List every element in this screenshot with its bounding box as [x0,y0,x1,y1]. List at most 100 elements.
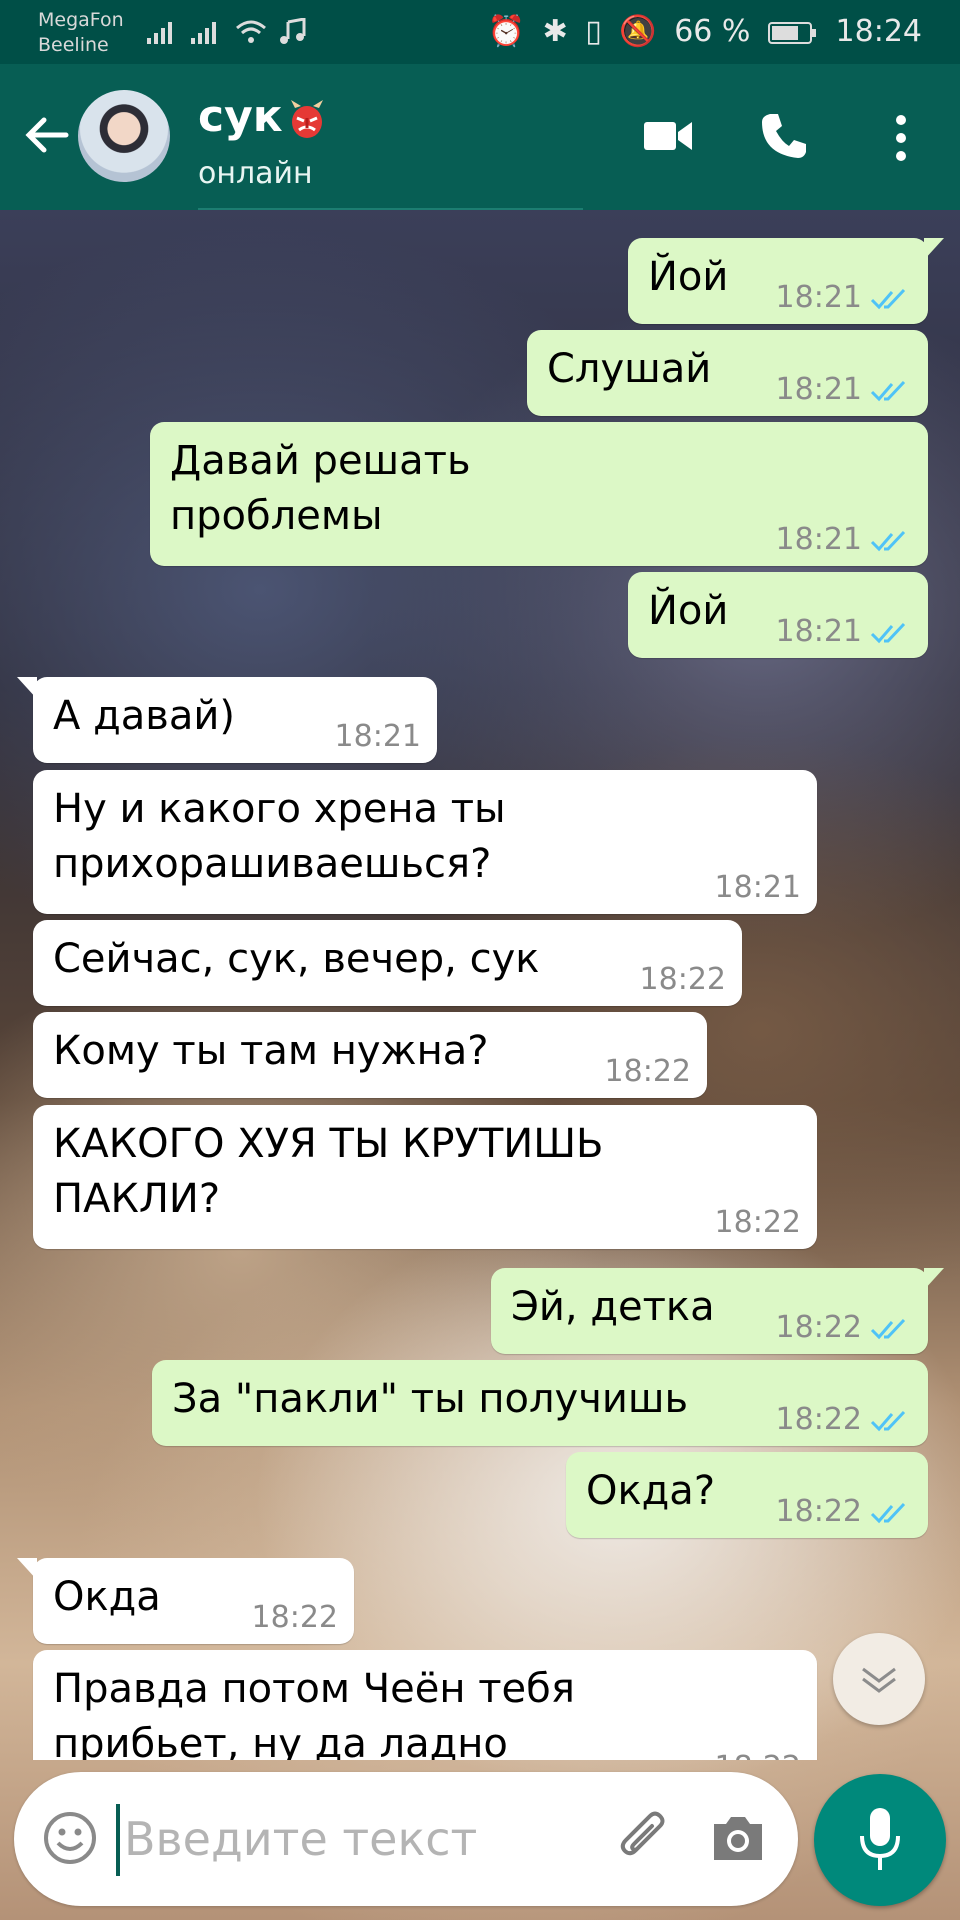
clock: 18:24 [835,14,922,49]
message-time: 18:22 [775,1402,862,1437]
message-time: 18:21 [775,614,862,649]
back-arrow-icon[interactable] [18,106,76,164]
music-note-icon [279,17,306,44]
message-time: 18:21 [714,870,801,905]
message-meta: 18:21 [776,372,912,408]
phone-icon[interactable] [758,110,810,162]
bluetooth-icon: ✱ [542,14,568,49]
message-meta: 18:22 [715,1205,801,1241]
double-check-icon [870,530,906,551]
message-meta: 18:22 [605,1054,691,1090]
message-text: Ну и какого хрена ты прихорашиваешься? [53,786,506,887]
message-outgoing[interactable]: За "пакли" ты получишь 18:22 [152,1360,928,1446]
message-time: 18:21 [775,280,862,315]
more-vert-icon[interactable] [886,112,916,164]
message-outgoing[interactable]: Йой 18:21 [628,572,928,658]
message-time: 18:21 [775,522,862,557]
message-incoming[interactable]: КАКОГО ХУЯ ТЫ КРУТИШЬ ПАКЛИ? 18:22 [33,1105,817,1249]
contact-status: онлайн [198,156,313,191]
message-text: Правда потом Чеён тебя прибьет, ну да ла… [53,1666,575,1760]
message-time: 18:21 [775,372,862,407]
message-meta: 18:21 [715,870,801,906]
mute-icon: 🔕 [619,14,657,49]
message-meta: 18:21 [776,522,912,558]
message-outgoing[interactable]: Эй, детка 18:22 [491,1268,944,1354]
carrier-2: Beeline [38,34,109,56]
message-outgoing[interactable]: Йой 18:21 [628,238,944,324]
carrier-labels: MegaFon Beeline [38,8,124,58]
double-check-icon [870,1318,906,1339]
message-time: 18:22 [775,1310,862,1345]
message-text: КАКОГО ХУЯ ТЫ КРУТИШЬ ПАКЛИ? [53,1121,604,1222]
battery-icon [767,14,828,49]
battery-percent: 66 % [674,14,751,49]
message-text: Окда? [586,1468,716,1514]
message-time: 18:22 [775,1494,862,1529]
status-bar: MegaFon Beeline ⏰ ✱ ▯ 🔕 66 % 18:24 [0,0,960,64]
message-time: 18:22 [604,1054,691,1089]
message-text: Йой [648,254,729,300]
message-meta: 18:22 [776,1494,912,1530]
devil-mask-icon [290,100,323,138]
video-call-icon[interactable] [642,116,694,156]
message-meta: 18:22 [252,1600,338,1636]
message-text: За "пакли" ты получишь [172,1376,689,1422]
message-time: 18:22 [715,1750,801,1760]
message-meta: 18:22 [776,1310,912,1346]
message-time: 18:22 [639,962,726,997]
message-meta: 18:21 [776,280,912,316]
message-text: Йой [648,588,729,634]
paperclip-icon[interactable] [614,1808,676,1870]
message-time: 18:22 [714,1205,801,1240]
message-meta: 18:22 [715,1750,801,1760]
double-check-icon [870,380,906,401]
signal-wifi-icons [145,17,308,53]
message-incoming[interactable]: Ну и какого хрена ты прихорашиваешься? 1… [33,770,817,914]
message-incoming[interactable]: А давай) 18:21 [17,677,437,763]
chat-screen: MegaFon Beeline ⏰ ✱ ▯ 🔕 66 % 18:24 сук о… [0,0,960,1920]
message-text: Окда [53,1574,161,1620]
vibrate-icon: ▯ [585,14,602,49]
chat-header: сук онлайн [0,64,960,210]
carrier-1: MegaFon [38,9,124,31]
message-meta: 18:21 [335,719,421,755]
message-incoming[interactable]: Сейчас, сук, вечер, сук 18:22 [33,920,742,1006]
signal-icon [147,22,172,44]
message-clip: Правда потом Чеён тебя прибьет, ну да ла… [0,1648,960,1760]
message-text: Слушай [547,346,712,392]
contact-name-text: сук [198,91,283,142]
message-time: 18:21 [334,719,421,754]
double-check-icon [870,288,906,309]
voice-record-button[interactable] [814,1774,946,1906]
message-incoming[interactable]: Правда потом Чеён тебя прибьет, ну да ла… [33,1650,817,1760]
message-outgoing[interactable]: Слушай 18:21 [527,330,928,416]
message-meta: 18:22 [776,1402,912,1438]
message-composer [14,1772,798,1906]
signal-icon [191,22,217,44]
contact-name[interactable]: сук [198,90,327,144]
message-incoming[interactable]: Окда 18:22 [17,1558,354,1644]
message-outgoing[interactable]: Давай решать проблемы 18:21 [150,422,928,566]
message-incoming[interactable]: Кому ты там нужна? 18:22 [33,1012,707,1098]
camera-icon[interactable] [710,1810,766,1866]
double-check-icon [870,1502,906,1523]
message-text: Сейчас, сук, вечер, сук [53,936,540,982]
text-cursor [116,1804,120,1876]
status-right: ⏰ ✱ ▯ 🔕 66 % 18:24 [480,14,922,49]
chevron-double-down-icon [862,1667,896,1693]
message-text: Кому ты там нужна? [53,1028,489,1074]
emoji-icon[interactable] [42,1810,98,1866]
scroll-to-bottom-button[interactable] [833,1633,925,1725]
message-text: А давай) [53,693,235,739]
header-divider [198,208,583,210]
avatar[interactable] [78,90,170,182]
double-check-icon [870,622,906,643]
message-text: Эй, детка [511,1284,715,1330]
message-meta: 18:21 [776,614,912,650]
wifi-icon [235,20,266,43]
message-input[interactable] [124,1802,604,1876]
message-outgoing[interactable]: Окда? 18:22 [566,1452,928,1538]
alarm-icon: ⏰ [487,14,526,49]
message-time: 18:22 [251,1600,338,1635]
microphone-icon [860,1808,900,1870]
